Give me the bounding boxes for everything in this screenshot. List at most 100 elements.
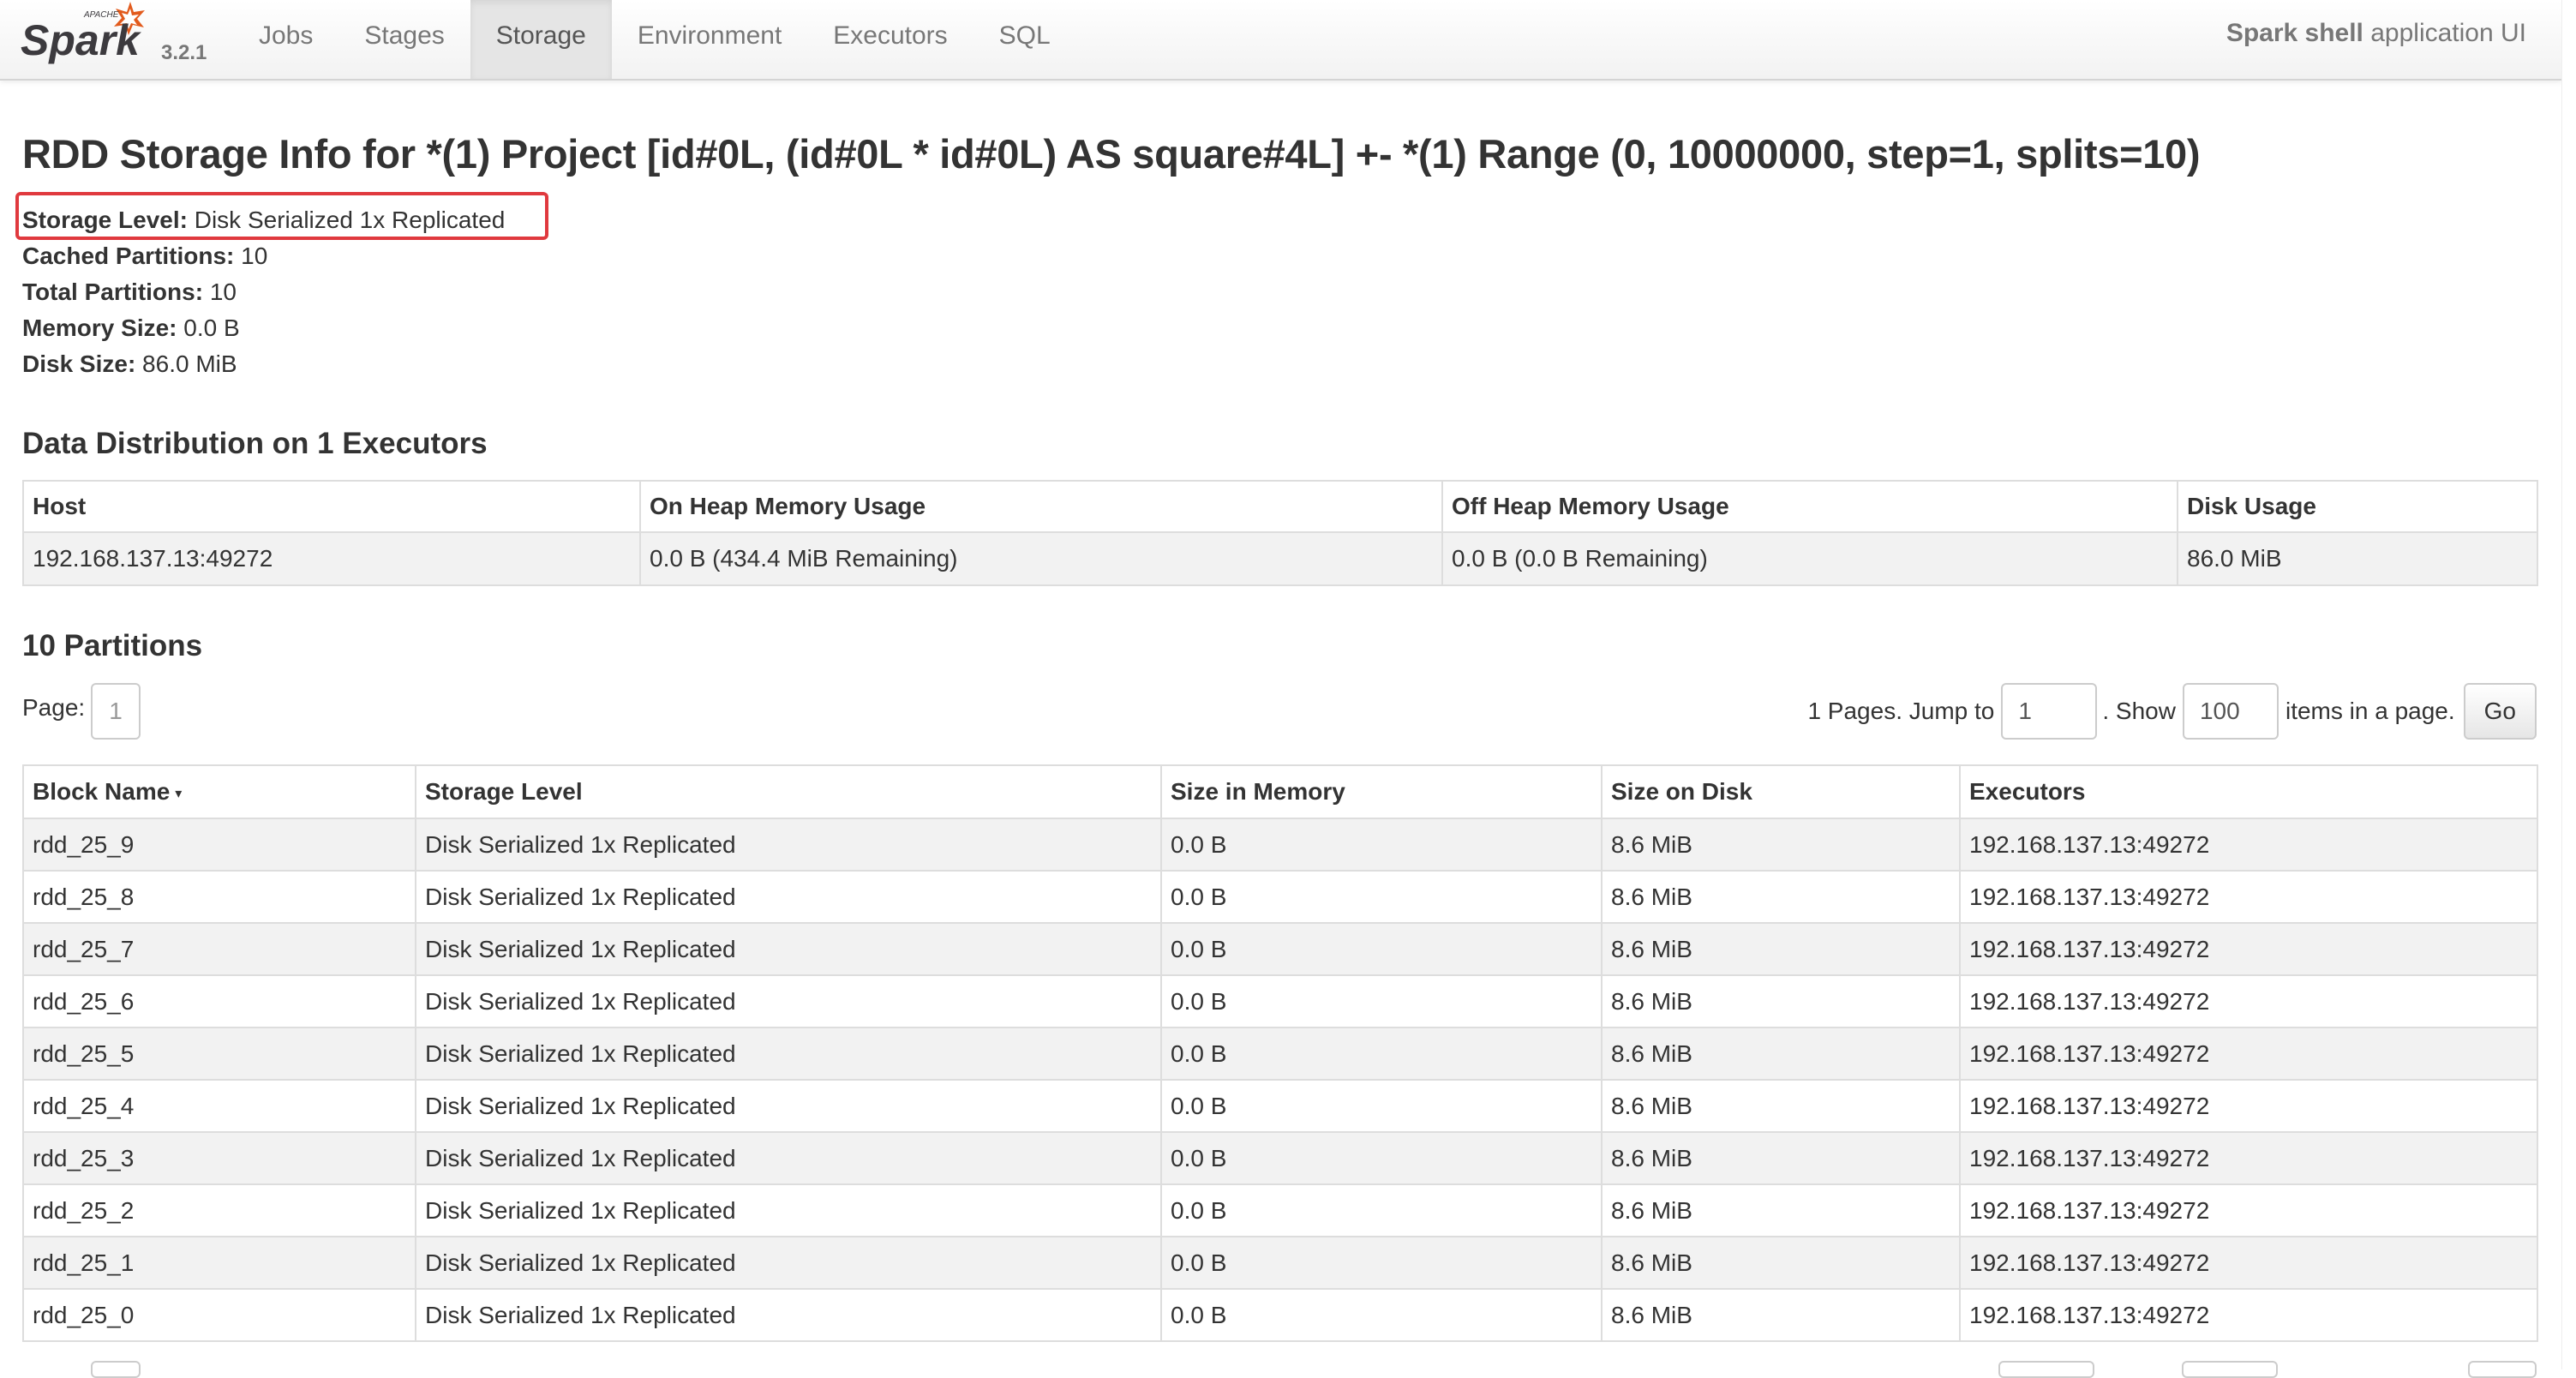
disk-size-value: 86.0 MiB: [135, 350, 237, 377]
size-in-memory-cell: 0.0 B: [1160, 1288, 1603, 1342]
block-name-cell: rdd_25_3: [22, 1131, 416, 1185]
tab-sql[interactable]: SQL: [973, 0, 1076, 79]
block-name-cell: rdd_25_1: [22, 1236, 416, 1290]
cached-partitions-label: Cached Partitions:: [22, 243, 235, 269]
bottom-go-button[interactable]: [2468, 1361, 2537, 1378]
storage-level-cell: Disk Serialized 1x Replicated: [415, 1183, 1162, 1237]
table-row: rdd_25_3 Disk Serialized 1x Replicated 0.0…: [22, 1131, 2538, 1185]
bottom-jump-to-page-input[interactable]: [1998, 1361, 2094, 1378]
memory-size-value: 0.0 B: [177, 315, 240, 341]
off-heap-cell: 0.0 B (0.0 B Remaining): [1441, 531, 2178, 586]
executors-cell: 192.168.137.13:49272: [1959, 1079, 2538, 1133]
cached-partitions-value: 10: [234, 243, 268, 269]
total-partitions-item: Total Partitions: 10: [22, 274, 505, 310]
executors-cell: 192.168.137.13:49272: [1959, 922, 2538, 976]
table-row: rdd_25_0 Disk Serialized 1x Replicated 0.0…: [22, 1288, 2538, 1342]
column-header-storage-level[interactable]: Storage Level: [415, 764, 1162, 819]
partitions-title: 10 Partitions: [22, 629, 203, 662]
storage-level-cell: Disk Serialized 1x Replicated: [415, 974, 1162, 1028]
block-name-cell: rdd_25_4: [22, 1079, 416, 1133]
top-navbar: APACHE Spark 3.2.1 Jobs Stages Storage E…: [0, 0, 2562, 81]
go-button[interactable]: Go: [2463, 683, 2537, 740]
size-on-disk-cell: 8.6 MiB: [1601, 870, 1961, 924]
column-header-size-in-memory[interactable]: Size in Memory: [1160, 764, 1603, 819]
table-row: rdd_25_2 Disk Serialized 1x Replicated 0.0…: [22, 1183, 2538, 1237]
table-header-row: Block Name ▾ Storage Level Size in Memory…: [22, 764, 2538, 819]
column-header-host: Host: [22, 480, 641, 533]
size-on-disk-cell: 8.6 MiB: [1601, 974, 1961, 1028]
tab-jobs[interactable]: Jobs: [233, 0, 338, 79]
host-cell: 192.168.137.13:49272: [22, 531, 641, 586]
storage-level-cell: Disk Serialized 1x Replicated: [415, 870, 1162, 924]
page-size-input[interactable]: [2182, 683, 2279, 740]
tab-environment[interactable]: Environment: [612, 0, 807, 79]
storage-level-cell: Disk Serialized 1x Replicated: [415, 1027, 1162, 1081]
size-in-memory-cell: 0.0 B: [1160, 974, 1603, 1028]
spark-logo[interactable]: APACHE Spark: [19, 0, 156, 69]
paging-controls: 1 Pages. Jump to . Show items in a page.…: [1807, 683, 2537, 740]
column-header-block-name[interactable]: Block Name ▾: [22, 764, 416, 819]
app-name: Spark shell: [2226, 19, 2363, 47]
table-row: rdd_25_5 Disk Serialized 1x Replicated 0.0…: [22, 1027, 2538, 1081]
size-in-memory-cell: 0.0 B: [1160, 1027, 1603, 1081]
total-partitions-value: 10: [203, 279, 237, 305]
column-header-off-heap: Off Heap Memory Usage: [1441, 480, 2178, 533]
storage-level-cell: Disk Serialized 1x Replicated: [415, 922, 1162, 976]
column-header-disk-usage: Disk Usage: [2177, 480, 2538, 533]
jump-to-page-input[interactable]: [2001, 683, 2098, 740]
size-on-disk-cell: 8.6 MiB: [1601, 1183, 1961, 1237]
page-number-link[interactable]: 1: [91, 683, 141, 740]
table-header-row: Host On Heap Memory Usage Off Heap Memor…: [22, 480, 2538, 533]
bottom-page-size-input[interactable]: [2182, 1361, 2278, 1378]
column-header-executors[interactable]: Executors: [1959, 764, 2538, 819]
memory-size-item: Memory Size: 0.0 B: [22, 310, 505, 346]
storage-level-cell: Disk Serialized 1x Replicated: [415, 1236, 1162, 1290]
size-on-disk-cell: 8.6 MiB: [1601, 1236, 1961, 1290]
block-name-header-label: Block Name: [33, 778, 171, 805]
table-row: rdd_25_6 Disk Serialized 1x Replicated 0.0…: [22, 974, 2538, 1028]
storage-level-cell: Disk Serialized 1x Replicated: [415, 1288, 1162, 1342]
tab-stages[interactable]: Stages: [338, 0, 470, 79]
tab-storage[interactable]: Storage: [470, 0, 612, 79]
nav-tabs: Jobs Stages Storage Environment Executor…: [233, 0, 1076, 79]
executors-cell: 192.168.137.13:49272: [1959, 1236, 2538, 1290]
table-row: rdd_25_7 Disk Serialized 1x Replicated 0.0…: [22, 922, 2538, 976]
vertical-scrollbar[interactable]: [2561, 0, 2576, 1369]
size-in-memory-cell: 0.0 B: [1160, 870, 1603, 924]
executors-cell: 192.168.137.13:49272: [1959, 1288, 2538, 1342]
page-label: Page:: [22, 694, 86, 721]
column-header-size-on-disk[interactable]: Size on Disk: [1601, 764, 1961, 819]
on-heap-cell: 0.0 B (434.4 MiB Remaining): [639, 531, 1443, 586]
partitions-table: Block Name ▾ Storage Level Size in Memory…: [22, 764, 2538, 1342]
version-label: 3.2.1: [161, 41, 207, 64]
tab-executors[interactable]: Executors: [807, 0, 973, 79]
size-in-memory-cell: 0.0 B: [1160, 1183, 1603, 1237]
block-name-cell: rdd_25_6: [22, 974, 416, 1028]
executors-cell: 192.168.137.13:49272: [1959, 974, 2538, 1028]
total-partitions-label: Total Partitions:: [22, 279, 204, 305]
bottom-page-number-link[interactable]: [91, 1361, 141, 1378]
disk-size-label: Disk Size:: [22, 350, 136, 377]
block-name-cell: rdd_25_9: [22, 818, 416, 872]
disk-size-item: Disk Size: 86.0 MiB: [22, 346, 505, 382]
distribution-title: Data Distribution on 1 Executors: [22, 427, 488, 460]
block-name-cell: rdd_25_7: [22, 922, 416, 976]
table-row: rdd_25_4 Disk Serialized 1x Replicated 0.0…: [22, 1079, 2538, 1133]
executors-cell: 192.168.137.13:49272: [1959, 1027, 2538, 1081]
size-in-memory-cell: 0.0 B: [1160, 1131, 1603, 1185]
executors-cell: 192.168.137.13:49272: [1959, 1183, 2538, 1237]
storage-level-cell: Disk Serialized 1x Replicated: [415, 1131, 1162, 1185]
block-name-cell: rdd_25_8: [22, 870, 416, 924]
executors-cell: 192.168.137.13:49272: [1959, 870, 2538, 924]
storage-level-cell: Disk Serialized 1x Replicated: [415, 818, 1162, 872]
block-name-cell: rdd_25_5: [22, 1027, 416, 1081]
app-title: Spark shell application UI: [2226, 19, 2526, 48]
size-on-disk-cell: 8.6 MiB: [1601, 818, 1961, 872]
show-label: . Show: [2102, 698, 2176, 724]
table-row: rdd_25_9 Disk Serialized 1x Replicated 0.0…: [22, 818, 2538, 872]
size-in-memory-cell: 0.0 B: [1160, 922, 1603, 976]
memory-size-label: Memory Size:: [22, 315, 177, 341]
size-on-disk-cell: 8.6 MiB: [1601, 1027, 1961, 1081]
table-row: rdd_25_8 Disk Serialized 1x Replicated 0.0…: [22, 870, 2538, 924]
size-on-disk-cell: 8.6 MiB: [1601, 922, 1961, 976]
